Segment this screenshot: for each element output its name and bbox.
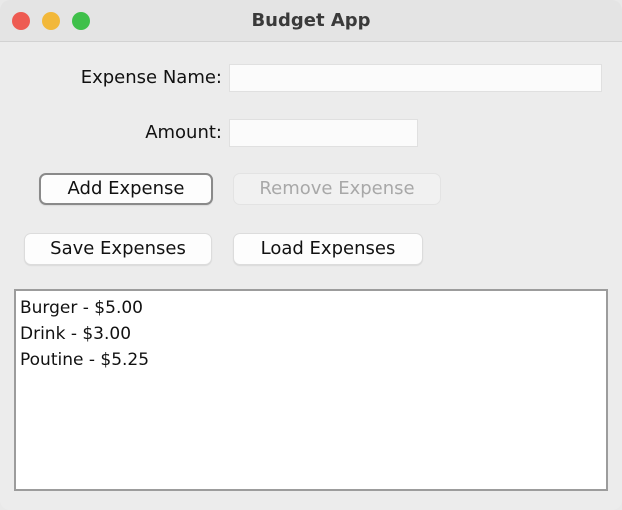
list-item[interactable]: Poutine - $5.25	[20, 347, 606, 373]
list-item[interactable]: Burger - $5.00	[20, 295, 606, 321]
add-expense-button[interactable]: Add Expense	[39, 173, 213, 205]
save-expenses-button[interactable]: Save Expenses	[24, 233, 212, 265]
expense-list[interactable]: Burger - $5.00 Drink - $3.00 Poutine - $…	[14, 289, 608, 491]
window-title: Budget App	[251, 10, 371, 31]
expense-name-label: Expense Name:	[80, 67, 222, 88]
list-item[interactable]: Drink - $3.00	[20, 321, 606, 347]
amount-input[interactable]	[229, 119, 418, 147]
amount-label: Amount:	[145, 122, 222, 143]
expense-name-input[interactable]	[229, 64, 602, 92]
budget-app-window: Budget App Expense Name: Amount: Add Exp…	[0, 0, 622, 510]
title-bar[interactable]: Budget App	[0, 0, 622, 42]
remove-expense-button[interactable]: Remove Expense	[233, 173, 441, 205]
load-expenses-button[interactable]: Load Expenses	[233, 233, 423, 265]
